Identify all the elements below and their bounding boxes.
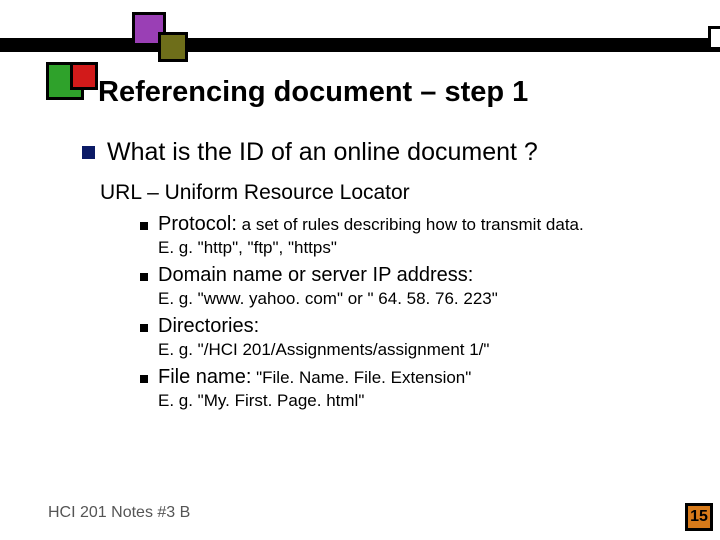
deco-square-white-2: [708, 26, 720, 50]
header-bar: [0, 38, 720, 52]
subhead-text: URL – Uniform Resource Locator: [100, 181, 682, 205]
item-label: Domain name or server IP address:: [158, 264, 473, 286]
footer-note: HCI 201 Notes #3 B: [48, 504, 190, 522]
item-example: E. g. "http", "ftp", "https": [158, 238, 682, 258]
slide-content: What is the ID of an online document ? U…: [82, 138, 682, 417]
item-label: Directories:: [158, 315, 259, 337]
item-label: File name:: [158, 366, 251, 388]
page-number-box: 15: [685, 503, 713, 531]
list-item: Protocol: a set of rules describing how …: [140, 213, 682, 258]
item-label: Protocol:: [158, 213, 237, 235]
bullet-icon: [140, 222, 148, 230]
question-text: What is the ID of an online document ?: [107, 138, 538, 167]
deco-square-olive: [158, 32, 188, 62]
slide-title: Referencing document – step 1: [98, 76, 528, 109]
item-example: E. g. "My. First. Page. html": [158, 391, 682, 411]
item-example: E. g. "www. yahoo. com" or " 64. 58. 76.…: [158, 289, 682, 309]
page-number: 15: [690, 508, 708, 526]
list-item: Directories: E. g. "/HCI 201/Assignments…: [140, 315, 682, 360]
item-def: a set of rules describing how to transmi…: [237, 215, 584, 234]
item-def: "File. Name. File. Extension": [251, 368, 471, 387]
bullet-level1: What is the ID of an online document ?: [82, 138, 682, 167]
deco-square-red: [70, 62, 98, 90]
list-item: File name: "File. Name. File. Extension"…: [140, 366, 682, 411]
item-example: E. g. "/HCI 201/Assignments/assignment 1…: [158, 340, 682, 360]
bullet-icon: [82, 146, 95, 159]
list-item: Domain name or server IP address: E. g. …: [140, 264, 682, 309]
bullet-icon: [140, 273, 148, 281]
bullet-icon: [140, 375, 148, 383]
bullet-icon: [140, 324, 148, 332]
